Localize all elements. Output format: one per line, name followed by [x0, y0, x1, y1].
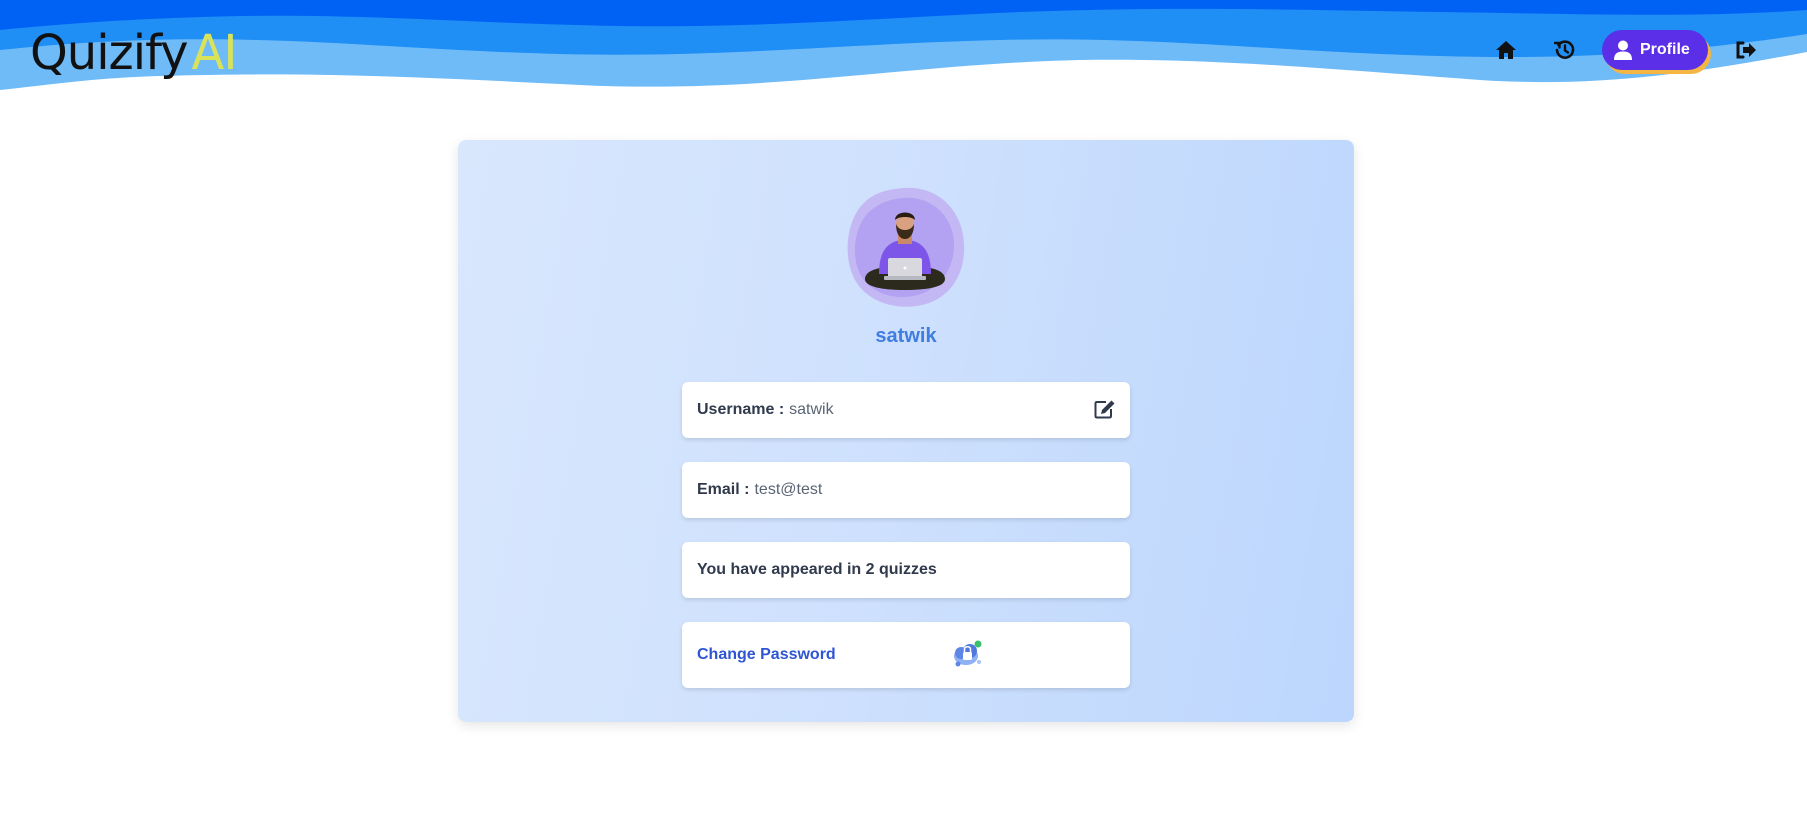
- logout-button[interactable]: [1726, 30, 1766, 70]
- history-button[interactable]: [1545, 30, 1585, 70]
- username-value: satwik: [789, 401, 834, 418]
- logout-icon: [1736, 41, 1756, 59]
- quiz-count-text: You have appeared in 2 quizzes: [697, 561, 937, 578]
- edit-icon[interactable]: [1094, 399, 1116, 424]
- home-icon: [1496, 41, 1516, 59]
- profile-button[interactable]: Profile: [1602, 30, 1708, 70]
- email-row: Email : test@test: [682, 462, 1130, 518]
- profile-card: satwik Username : satwik Email : test@te…: [458, 140, 1354, 722]
- avatar: [847, 187, 965, 307]
- quiz-count-row: You have appeared in 2 quizzes: [682, 542, 1130, 598]
- change-password-row: Change Password: [682, 622, 1130, 688]
- lock-cloud-image: [954, 640, 982, 667]
- home-button[interactable]: [1486, 30, 1526, 70]
- profile-display-name: satwik: [875, 325, 937, 347]
- logo-main: Quizify: [30, 25, 189, 81]
- profile-label: Profile: [1640, 41, 1690, 58]
- header-waves: [0, 0, 1807, 90]
- username-label: Username :: [697, 401, 785, 418]
- email-value: test@test: [754, 481, 823, 498]
- logo[interactable]: QuizifyAI: [30, 22, 238, 84]
- change-password-link[interactable]: Change Password: [697, 646, 836, 664]
- logo-accent: AI: [191, 25, 238, 81]
- username-row: Username : satwik: [682, 382, 1130, 438]
- email-label: Email :: [697, 481, 750, 498]
- history-icon: [1554, 40, 1575, 59]
- header: QuizifyAI Profile: [0, 0, 1807, 100]
- user-icon: [1614, 40, 1632, 60]
